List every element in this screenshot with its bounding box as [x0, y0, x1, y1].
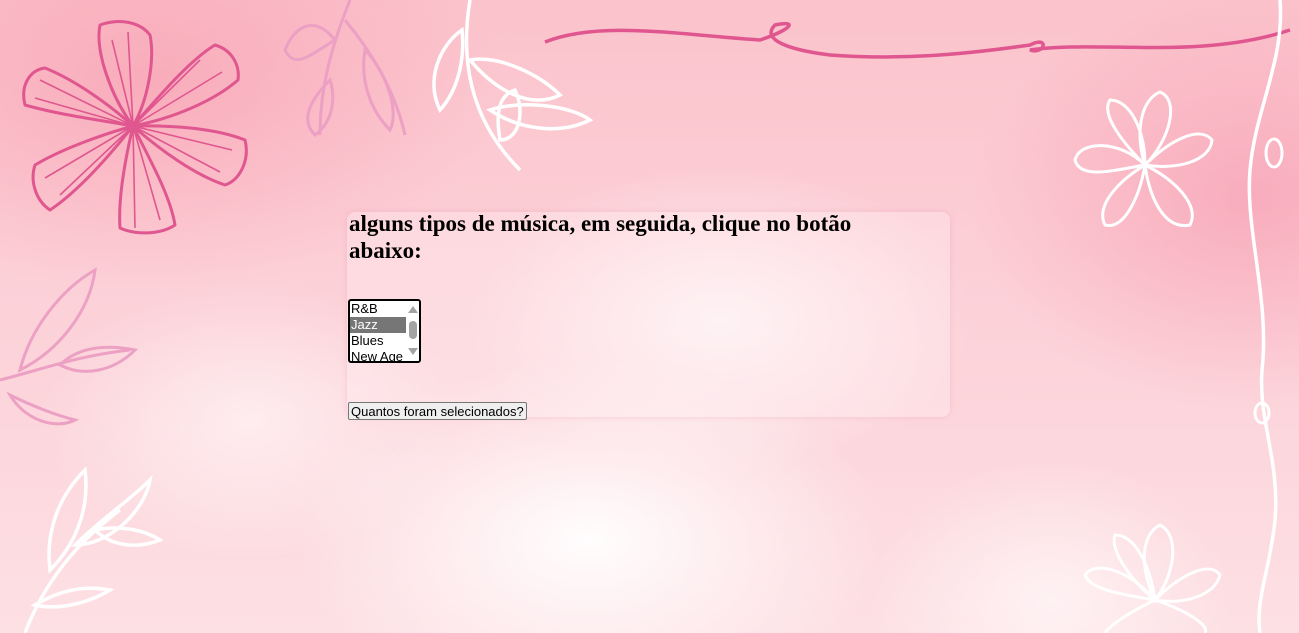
left-white-leaves-icon	[23, 466, 164, 633]
count-selected-button[interactable]: Quantos foram selecionados?	[348, 402, 527, 420]
pink-flower-icon	[22, 20, 248, 235]
music-option-rnb[interactable]: R&B	[350, 301, 409, 317]
scroll-up-arrow-icon[interactable]	[408, 306, 418, 313]
page-heading: alguns tipos de música, em seguida, cliq…	[349, 211, 852, 263]
scroll-thumb[interactable]	[409, 321, 417, 339]
light-pink-leaves-icon	[283, 0, 407, 137]
listbox-scrollbar[interactable]	[406, 301, 419, 361]
white-leaves-icon	[432, 0, 594, 172]
left-pink-leaves-icon	[0, 267, 139, 426]
music-option-new-age[interactable]: New Age	[350, 349, 409, 361]
music-option-jazz[interactable]: Jazz	[350, 317, 409, 333]
music-option-blues[interactable]: Blues	[350, 333, 409, 349]
pink-vine-icon	[544, 21, 1291, 59]
white-flower-icon	[1073, 90, 1214, 227]
scroll-down-arrow-icon[interactable]	[408, 348, 418, 355]
white-vine-icon	[1247, 0, 1283, 633]
white-flower-bottom-icon	[1083, 523, 1222, 633]
music-select[interactable]: R&B Jazz Blues New Age	[348, 299, 421, 363]
